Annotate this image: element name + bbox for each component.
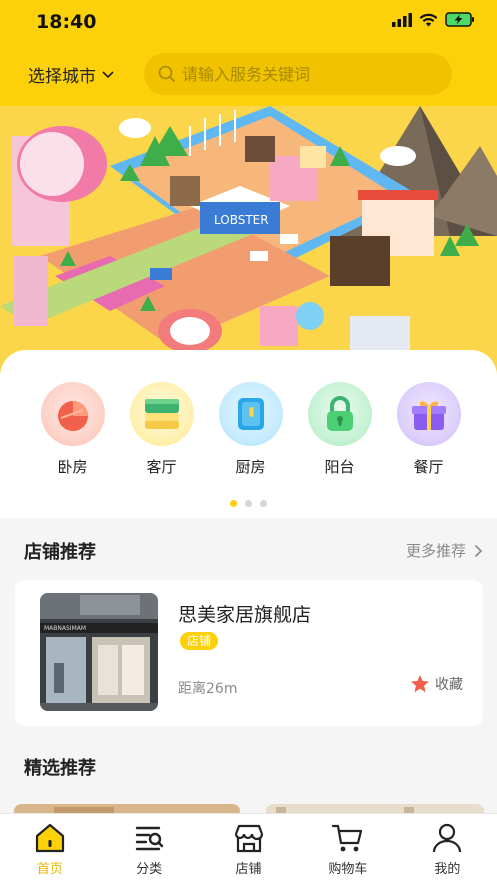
cart-icon bbox=[331, 824, 363, 852]
chevron-down-icon bbox=[102, 70, 114, 78]
tab-label: 我的 bbox=[434, 862, 461, 877]
star-icon bbox=[411, 675, 429, 693]
more-recommendations-link[interactable]: 更多推荐 bbox=[406, 540, 483, 561]
header: 选择城市 bbox=[0, 46, 497, 106]
featured-section-title: 精选推荐 bbox=[24, 758, 96, 779]
search-input[interactable] bbox=[182, 64, 442, 84]
category-card: 卧房 客厅 厨房 阳台 餐厅 bbox=[0, 350, 497, 518]
category-label: 客厅 bbox=[146, 458, 177, 476]
tab-store[interactable]: 店铺 bbox=[199, 814, 298, 883]
store-photo: MABNASIMAM bbox=[40, 593, 158, 711]
store-section-title: 店铺推荐 bbox=[24, 542, 96, 563]
search-icon bbox=[158, 65, 176, 83]
category-bedroom[interactable]: 卧房 bbox=[28, 382, 117, 477]
banner-carousel[interactable]: LOBSTER bbox=[0, 106, 497, 376]
city-selector[interactable]: 选择城市 bbox=[28, 62, 114, 87]
tab-cart[interactable]: 购物车 bbox=[298, 814, 397, 883]
battery-charging-icon bbox=[445, 12, 474, 27]
store-card[interactable]: MABNASIMAM 思美家居旗舰店 店铺 距离26m 收藏 bbox=[15, 580, 483, 726]
category-living-room[interactable]: 客厅 bbox=[117, 382, 206, 477]
status-icons bbox=[392, 12, 475, 27]
door-icon bbox=[218, 382, 283, 446]
tab-label: 店铺 bbox=[235, 862, 262, 877]
category-balcony[interactable]: 阳台 bbox=[295, 382, 384, 477]
favorite-label: 收藏 bbox=[435, 677, 463, 693]
pager-dot[interactable] bbox=[245, 500, 252, 507]
status-bar: 18:40 bbox=[0, 0, 497, 46]
category-list: 卧房 客厅 厨房 阳台 餐厅 bbox=[0, 382, 497, 477]
store-name: 思美家居旗舰店 bbox=[178, 604, 312, 626]
category-kitchen[interactable]: 厨房 bbox=[206, 382, 295, 477]
cellular-signal-icon bbox=[392, 12, 412, 27]
category-label: 卧房 bbox=[57, 458, 88, 476]
gift-icon bbox=[396, 382, 461, 446]
tab-label: 购物车 bbox=[328, 862, 368, 877]
favorite-button[interactable]: 收藏 bbox=[410, 674, 463, 694]
city-label: 选择城市 bbox=[28, 67, 96, 87]
pager-dots bbox=[0, 500, 497, 507]
home-icon bbox=[35, 823, 64, 853]
tab-label: 首页 bbox=[36, 862, 63, 877]
tab-home[interactable]: 首页 bbox=[0, 814, 99, 883]
chevron-right-icon bbox=[474, 544, 483, 557]
status-time: 18:40 bbox=[36, 11, 97, 33]
tab-label: 分类 bbox=[136, 862, 163, 877]
tab-profile[interactable]: 我的 bbox=[398, 814, 497, 883]
user-icon bbox=[433, 823, 462, 853]
pie-chart-icon bbox=[40, 382, 105, 446]
store-distance: 距离26m bbox=[178, 681, 238, 697]
lock-icon bbox=[307, 382, 372, 446]
svg-text:MABNASIMAM: MABNASIMAM bbox=[44, 625, 86, 632]
search-box[interactable] bbox=[144, 53, 452, 95]
banner-illustration: LOBSTER bbox=[0, 106, 497, 376]
wifi-icon bbox=[419, 13, 438, 26]
pager-dot-active[interactable] bbox=[230, 500, 237, 507]
category-dining-room[interactable]: 餐厅 bbox=[384, 382, 473, 477]
tab-category[interactable]: 分类 bbox=[99, 814, 198, 883]
layers-icon bbox=[129, 382, 194, 446]
more-label: 更多推荐 bbox=[405, 542, 466, 560]
category-label: 阳台 bbox=[324, 458, 355, 476]
pager-dot[interactable] bbox=[260, 500, 267, 507]
category-label: 厨房 bbox=[235, 458, 266, 476]
store-tag-badge: 店铺 bbox=[180, 632, 219, 650]
category-list-icon bbox=[135, 826, 164, 851]
category-label: 餐厅 bbox=[413, 458, 444, 476]
bottom-tab-bar: 首页 分类 店铺 购物车 我的 bbox=[0, 813, 497, 883]
svg-text:LOBSTER: LOBSTER bbox=[214, 213, 269, 227]
store-icon bbox=[234, 824, 263, 853]
